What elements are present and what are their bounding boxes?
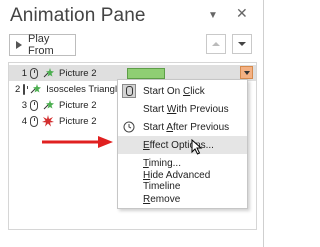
animation-label: Isosceles Triangle (46, 83, 119, 95)
close-icon[interactable]: ✕ (236, 6, 248, 20)
play-icon (16, 41, 22, 49)
play-from-button[interactable]: Play From (9, 33, 76, 57)
menu-accel: W (166, 103, 177, 115)
pane-options-icon[interactable]: ▼ (208, 10, 218, 22)
mouse-cursor-icon (191, 139, 203, 155)
clock-icon (122, 120, 136, 134)
menu-item-effect-options[interactable]: Effect Options... (118, 136, 247, 154)
animation-label: Picture 2 (59, 115, 97, 127)
menu-label: fter Previous (173, 121, 230, 133)
play-from-label: Play From (28, 33, 54, 57)
menu-label: iming... (148, 157, 181, 169)
mouse-icon (30, 115, 38, 127)
menu-label: ide Advanced Timeline (143, 170, 211, 192)
move-up-button[interactable] (206, 34, 226, 54)
menu-label: emove (150, 193, 181, 205)
animation-number: 1 (21, 67, 27, 79)
menu-accel: E (143, 139, 150, 151)
timing-bar[interactable] (127, 68, 165, 79)
menu-item-hide-advanced-timeline[interactable]: Hide Advanced Timeline (118, 170, 247, 192)
mouse-check-icon (122, 84, 136, 98)
menu-label: ith Previous (176, 103, 229, 115)
menu-label: Start On (143, 85, 184, 97)
animation-item-2[interactable]: 2 Isosceles Triangle (9, 81, 119, 97)
menu-label: ffect Options... (149, 139, 214, 151)
menu-label: Start (143, 121, 167, 133)
motion-star-icon (29, 83, 42, 95)
animation-context-menu: Start On Click Start With Previous Start… (117, 79, 248, 209)
motion-star-icon (42, 99, 54, 111)
menu-item-start-on-click[interactable]: Start On Click (118, 82, 247, 100)
animation-item-3[interactable]: 3 Picture 2 (9, 97, 119, 113)
chevron-up-icon (212, 42, 220, 46)
animation-label: Picture 2 (59, 67, 97, 79)
burst-star-icon (42, 115, 54, 127)
menu-item-start-with-previous[interactable]: Start With Previous (118, 100, 247, 118)
menu-label: Start (143, 103, 167, 115)
animation-number: 4 (21, 115, 27, 127)
animation-label: Picture 2 (59, 99, 97, 111)
move-down-button[interactable] (232, 34, 252, 54)
red-arrow-icon (42, 136, 113, 148)
animation-item-4[interactable]: 4 Picture 2 (9, 113, 119, 129)
motion-star-icon (42, 67, 54, 79)
pane-title: Animation Pane (10, 5, 146, 26)
menu-item-remove[interactable]: Remove (118, 190, 247, 208)
animation-number: 2 (15, 83, 21, 95)
mouse-icon (30, 67, 38, 79)
chevron-down-icon (238, 42, 246, 46)
menu-item-start-after-previous[interactable]: Start After Previous (118, 118, 247, 136)
item-dropdown-button[interactable] (240, 66, 253, 79)
animation-pane: Animation Pane ▼ ✕ Play From 1 Picture 2… (0, 0, 264, 247)
animation-number: 3 (21, 99, 27, 111)
menu-label: lick (190, 85, 205, 97)
mouse-icon (23, 83, 28, 95)
mouse-icon (30, 99, 38, 111)
chevron-down-icon (243, 70, 250, 75)
